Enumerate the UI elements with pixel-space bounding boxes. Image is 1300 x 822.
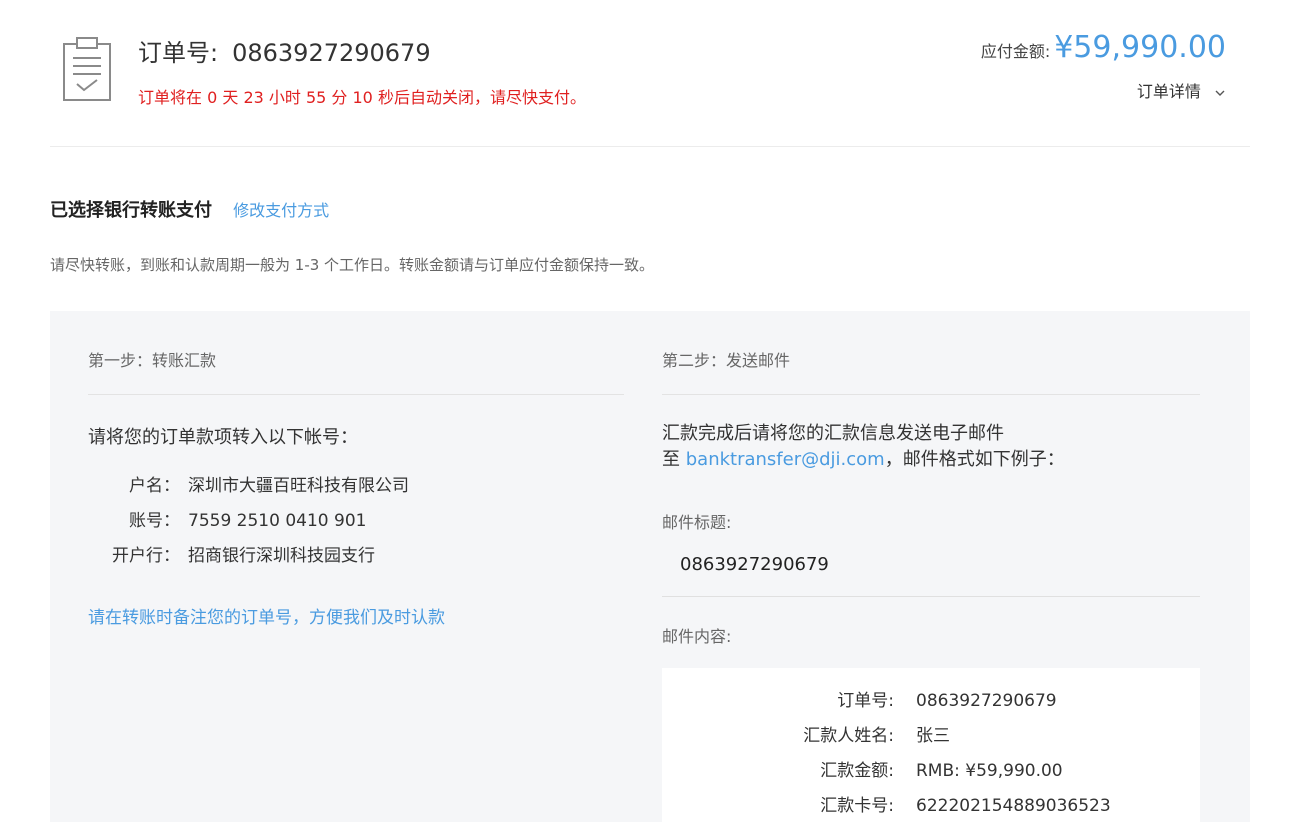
countdown-warning: 订单将在 0 天 23 小时 55 分 10 秒后自动关闭，请尽快支付。 xyxy=(138,88,586,107)
email-intro-suffix: ，邮件格式如下例子： xyxy=(884,449,1065,470)
email-row-card: 汇款卡号: 622202154889036523 xyxy=(662,791,1200,816)
account-name-row: 户名： 深圳市大疆百旺科技有限公司 xyxy=(88,471,409,496)
order-number-label: 订单号: xyxy=(138,39,219,67)
email-address-link[interactable]: banktransfer@dji.com xyxy=(686,449,885,470)
step-two-title: 第二步：发送邮件 xyxy=(662,351,791,370)
email-row-label: 汇款人姓名: xyxy=(803,726,894,746)
account-name-value: 深圳市大疆百旺科技有限公司 xyxy=(188,476,409,496)
email-row-label: 订单号: xyxy=(837,691,894,711)
clipboard-check-icon xyxy=(63,37,111,101)
change-payment-link[interactable]: 修改支付方式 xyxy=(233,201,329,220)
email-row-value: 0863927290679 xyxy=(916,691,1057,711)
transfer-notice: 请尽快转账，到账和认款周期一般为 1-3 个工作日。转账金额请与订单应付金额保持… xyxy=(50,256,655,274)
account-number-row: 账号： 7559 2510 0410 901 xyxy=(88,506,366,531)
email-intro-prefix: 至 xyxy=(662,449,686,470)
email-row-remitter: 汇款人姓名: 张三 xyxy=(662,721,1200,746)
email-content-label: 邮件内容: xyxy=(662,627,732,646)
email-row-order: 订单号: 0863927290679 xyxy=(662,686,1200,711)
transfer-intro: 请将您的订单款项转入以下帐号： xyxy=(88,427,358,448)
email-subject-label: 邮件标题: xyxy=(662,513,732,532)
email-content-box: 订单号: 0863927290679 汇款人姓名: 张三 汇款金额: RMB: ¥59… xyxy=(662,668,1200,822)
email-row-value: 622202154889036523 xyxy=(916,796,1111,816)
order-detail-label: 订单详情 xyxy=(1136,82,1201,101)
step-one-divider xyxy=(88,394,624,395)
order-header: 订单号: 0863927290679 订单将在 0 天 23 小时 55 分 10… xyxy=(50,0,1250,147)
order-number: 订单号: 0863927290679 xyxy=(138,33,431,68)
account-number-value: 7559 2510 0410 901 xyxy=(188,511,367,531)
selected-payment-title: 已选择银行转账支付 xyxy=(50,200,212,221)
transfer-instructions-panel: 第一步：转账汇款 请将您的订单款项转入以下帐号： 户名： 深圳市大疆百旺科技有限公… xyxy=(50,311,1250,822)
bank-branch-row: 开户行： 招商银行深圳科技园支行 xyxy=(88,541,375,566)
email-row-value: RMB: ¥59,990.00 xyxy=(916,761,1063,781)
email-row-amount: 汇款金额: RMB: ¥59,990.00 xyxy=(662,756,1200,781)
step-one-title: 第一步：转账汇款 xyxy=(88,351,217,370)
step-two-divider xyxy=(662,394,1200,395)
chevron-down-icon xyxy=(1215,90,1225,96)
amount-value: ¥59,990.00 xyxy=(1054,30,1226,65)
amount-label: 应付金额: xyxy=(980,42,1051,61)
account-number-label: 账号： xyxy=(129,511,180,531)
order-detail-toggle[interactable]: 订单详情 xyxy=(1137,78,1226,102)
email-intro-line2: 至 banktransfer@dji.com，邮件格式如下例子： xyxy=(662,447,1065,473)
email-row-value: 张三 xyxy=(916,726,950,746)
email-intro: 汇款完成后请将您的汇款信息发送电子邮件 至 banktransfer@dji.c… xyxy=(662,421,1065,473)
bank-branch-value: 招商银行深圳科技园支行 xyxy=(188,546,375,566)
selected-payment-row: 已选择银行转账支付 修改支付方式 xyxy=(50,196,329,222)
email-row-label: 汇款金额: xyxy=(820,761,894,781)
order-number-value: 0863927290679 xyxy=(232,39,431,67)
email-intro-line1: 汇款完成后请将您的汇款信息发送电子邮件 xyxy=(662,423,1004,444)
email-subject-value: 0863927290679 xyxy=(680,554,829,575)
email-subject-divider xyxy=(662,596,1200,597)
remark-tip: 请在转账时备注您的订单号，方便我们及时认款 xyxy=(88,608,445,628)
bank-branch-label: 开户行： xyxy=(112,546,180,566)
account-name-label: 户名： xyxy=(129,476,180,496)
payable-amount: 应付金额: ¥59,990.00 xyxy=(981,30,1226,65)
email-row-label: 汇款卡号: xyxy=(820,796,894,816)
